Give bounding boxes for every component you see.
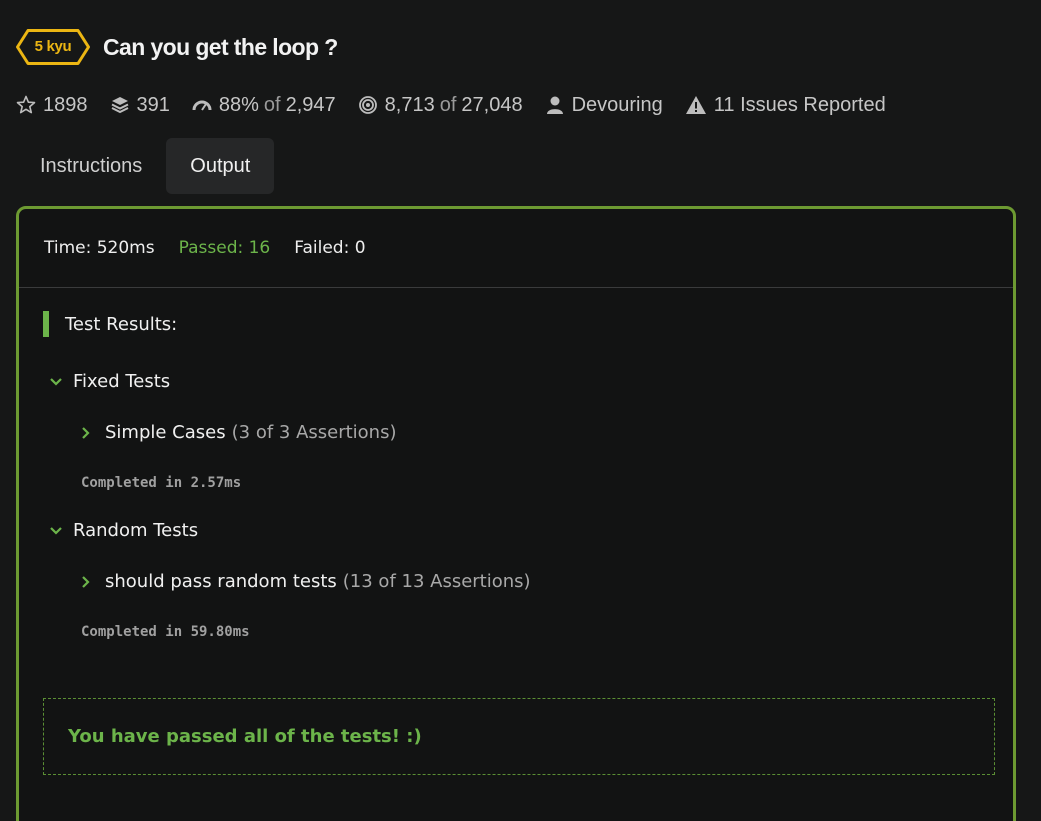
test-case-random[interactable]: should pass random tests (13 of 13 Asser… xyxy=(81,571,531,592)
attempts-count: 27,048 xyxy=(461,93,523,116)
group-name: Fixed Tests xyxy=(73,371,171,392)
gauge-icon xyxy=(192,95,212,115)
collections-count: 391 xyxy=(136,93,170,116)
target-icon xyxy=(358,95,378,115)
completed-time: Completed in 2.57ms xyxy=(81,475,242,491)
test-results-heading: Test Results: xyxy=(43,311,177,337)
test-summary: Time: 520ms Passed: 16 Failed: 0 xyxy=(19,209,1013,288)
rank-badge: 5 kyu xyxy=(16,29,90,65)
issues-label: 11 Issues Reported xyxy=(713,93,886,116)
author-name: Devouring xyxy=(571,93,663,116)
chevron-down-icon xyxy=(49,526,67,536)
case-name: Simple Cases xyxy=(105,422,226,443)
author-stat[interactable]: Devouring xyxy=(545,94,663,117)
satisfaction-stat: 88% of 2,947 xyxy=(192,94,336,117)
completed-time: Completed in 59.80ms xyxy=(81,624,250,640)
test-group-random[interactable]: Random Tests xyxy=(49,520,198,541)
output-panel: Time: 520ms Passed: 16 Failed: 0 Test Re… xyxy=(16,206,1016,821)
chevron-down-icon xyxy=(49,377,67,387)
warning-icon xyxy=(685,95,707,115)
issues-stat[interactable]: 11 Issues Reported xyxy=(685,94,886,117)
case-assertions: (13 of 13 Assertions) xyxy=(342,571,531,592)
test-case-simple[interactable]: Simple Cases (3 of 3 Assertions) xyxy=(81,422,397,443)
passed-label: Passed: 16 xyxy=(178,238,271,258)
time-label: Time: 520ms xyxy=(44,238,155,258)
satisfaction-percent: 88% xyxy=(218,93,259,116)
tab-output[interactable]: Output xyxy=(166,138,275,194)
kata-tabs: Instructions Output xyxy=(16,138,275,194)
case-assertions: (3 of 3 Assertions) xyxy=(231,422,397,443)
completed-count: 8,713 xyxy=(384,93,435,116)
chevron-right-icon xyxy=(81,426,99,440)
satisfaction-of: of xyxy=(263,93,281,116)
kata-output-page: 5 kyu Can you get the loop ? 1898 391 88… xyxy=(0,0,1041,821)
failed-label: Failed: 0 xyxy=(294,238,366,258)
layers-icon xyxy=(110,95,130,115)
chevron-right-icon xyxy=(81,575,99,589)
completed-of: of xyxy=(439,93,457,116)
stars-stat[interactable]: 1898 xyxy=(16,94,88,117)
kata-title: Can you get the loop ? xyxy=(103,33,338,60)
star-icon xyxy=(16,95,36,115)
kata-header: 5 kyu Can you get the loop ? xyxy=(16,28,338,66)
kata-stats: 1898 391 88% of 2,947 8,713 of 27,048 De… xyxy=(16,90,908,120)
satisfaction-votes: 2,947 xyxy=(285,93,336,116)
case-name: should pass random tests xyxy=(105,571,337,592)
stars-count: 1898 xyxy=(43,93,88,116)
user-icon xyxy=(545,95,565,115)
results-accent-bar xyxy=(43,311,49,337)
test-group-fixed[interactable]: Fixed Tests xyxy=(49,371,170,392)
group-name: Random Tests xyxy=(73,520,199,541)
tab-instructions[interactable]: Instructions xyxy=(16,138,166,194)
all-tests-passed-message: You have passed all of the tests! :) xyxy=(43,698,995,775)
completed-stat: 8,713 of 27,048 xyxy=(358,94,523,117)
results-heading-label: Test Results: xyxy=(65,313,178,335)
collections-stat[interactable]: 391 xyxy=(110,94,170,117)
rank-label: 5 kyu xyxy=(34,38,72,55)
